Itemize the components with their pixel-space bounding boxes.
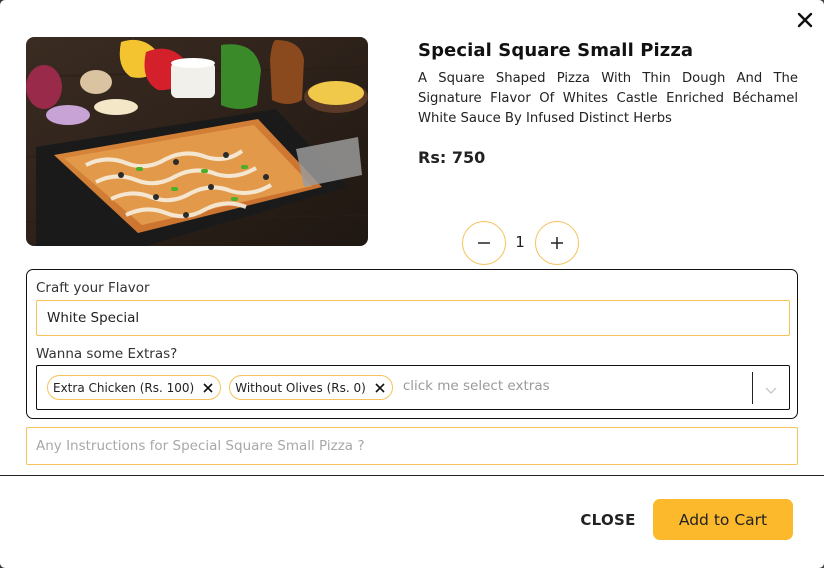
- product-modal: Special Square Small Pizza A Square Shap…: [0, 0, 824, 568]
- extras-label: Wanna some Extras?: [36, 346, 178, 362]
- plus-icon: [551, 237, 563, 249]
- extras-chip: Extra Chicken (Rs. 100): [47, 375, 222, 400]
- chevron-down-icon[interactable]: [764, 382, 778, 394]
- flavor-selected-value: White Special: [47, 310, 140, 326]
- flavor-label: Craft your Flavor: [36, 280, 150, 296]
- add-to-cart-button[interactable]: Add to Cart: [653, 499, 793, 540]
- remove-chip-icon[interactable]: [202, 382, 214, 394]
- options-panel: Craft your Flavor White Special Wanna so…: [26, 269, 798, 419]
- instructions-input[interactable]: [26, 427, 798, 465]
- product-description: A Square Shaped Pizza With Thin Dough An…: [418, 71, 798, 126]
- close-icon[interactable]: [794, 9, 816, 31]
- extras-chip-label: Extra Chicken (Rs. 100): [53, 380, 195, 395]
- quantity-value: 1: [515, 233, 525, 251]
- remove-chip-icon[interactable]: [374, 382, 386, 394]
- footer-divider: [0, 475, 824, 476]
- select-divider: [752, 372, 753, 404]
- close-button[interactable]: CLOSE: [570, 506, 646, 534]
- product-price: Rs: 750: [418, 148, 486, 167]
- product-title: Special Square Small Pizza: [418, 40, 694, 61]
- extras-placeholder: click me select extras: [402, 377, 550, 394]
- minus-icon: [478, 242, 490, 244]
- quantity-decrement-button[interactable]: [462, 221, 506, 265]
- product-image: [26, 37, 368, 246]
- flavor-select[interactable]: White Special: [36, 300, 790, 336]
- extras-chip-label: Without Olives (Rs. 0): [235, 380, 366, 395]
- extras-multiselect[interactable]: Extra Chicken (Rs. 100) Without Olives (…: [36, 365, 790, 410]
- extras-chip: Without Olives (Rs. 0): [229, 375, 393, 400]
- quantity-increment-button[interactable]: [535, 221, 579, 265]
